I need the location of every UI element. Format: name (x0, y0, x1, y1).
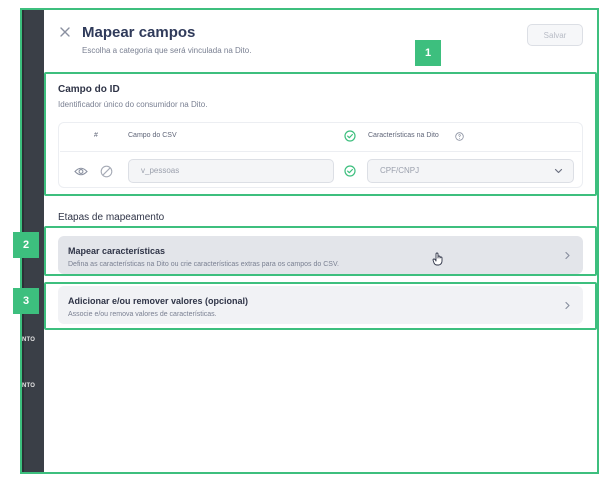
csv-field-input[interactable]: v_pessoas (128, 159, 334, 183)
check-circle-icon (344, 130, 356, 142)
column-header-number: # (94, 132, 98, 139)
table-divider (60, 151, 581, 152)
step-map-characteristics[interactable]: Mapear características Defina as caracte… (58, 236, 583, 274)
step-title: Mapear características (68, 246, 166, 256)
id-section-title: Campo do ID (58, 84, 120, 95)
callout-badge: 1 (415, 40, 441, 66)
chevron-right-icon (565, 251, 570, 260)
callout-badge: 2 (13, 232, 39, 258)
column-header-csv-field: Campo do CSV (128, 132, 177, 139)
step-title: Adicionar e/ou remover valores (opcional… (68, 296, 249, 306)
chevron-right-icon (565, 301, 570, 310)
chevron-down-icon (554, 168, 563, 174)
callout-badge: 3 (13, 288, 39, 314)
help-circle-icon[interactable] (455, 132, 464, 141)
step-add-remove-values[interactable]: Adicionar e/ou remover valores (opcional… (58, 286, 583, 324)
background-label: NTO (22, 337, 36, 343)
step-description: Associe e/ou remova valores de caracterí… (68, 311, 217, 318)
dito-characteristic-select[interactable]: CPF/CNPJ (367, 159, 574, 183)
background-label: NTO (22, 383, 36, 389)
modal-title: Mapear campos (82, 24, 196, 41)
column-header-dito-characteristics: Características na Dito (368, 132, 439, 139)
close-icon[interactable] (58, 25, 72, 39)
block-icon[interactable] (100, 165, 113, 178)
hand-cursor-icon (432, 252, 443, 266)
select-value: CPF/CNPJ (380, 166, 420, 175)
save-button[interactable]: Salvar (527, 24, 583, 46)
steps-title: Etapas de mapeamento (58, 212, 165, 223)
step-description: Defina as características na Dito ou cri… (68, 261, 339, 268)
check-circle-icon (344, 165, 356, 177)
id-section-subtitle: Identificador único do consumidor na Dit… (58, 100, 208, 109)
eye-icon[interactable] (74, 166, 88, 177)
modal-subtitle: Escolha a categoria que será vinculada n… (82, 46, 252, 55)
